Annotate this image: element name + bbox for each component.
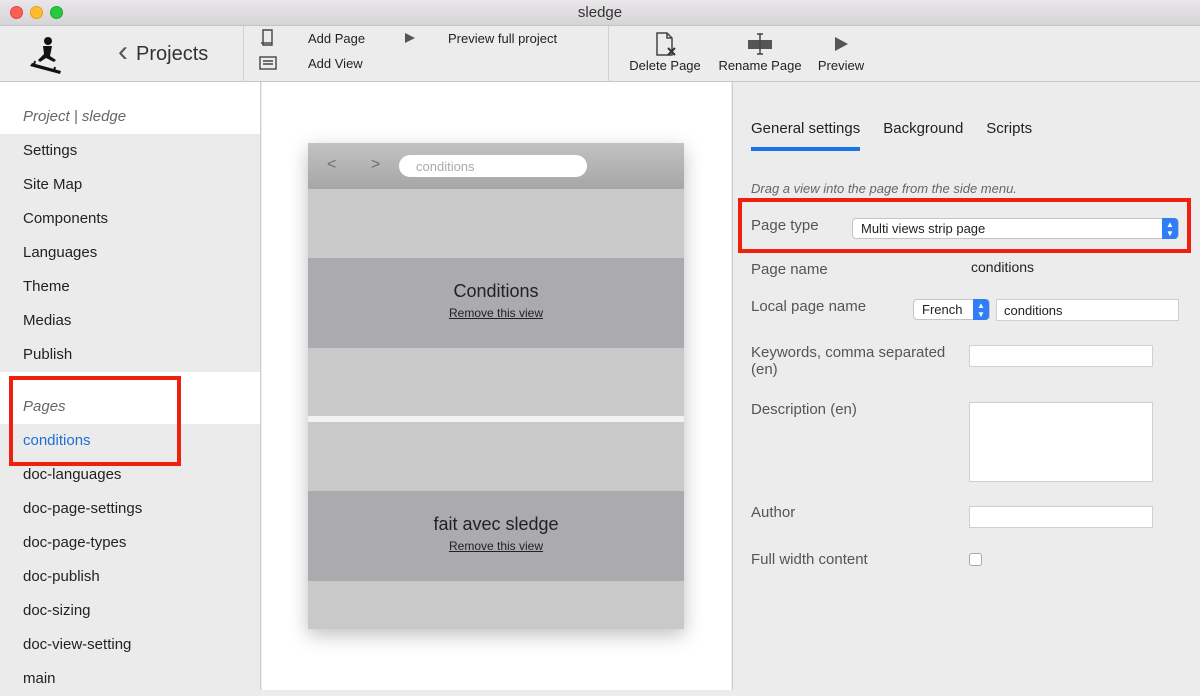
- add-view-button[interactable]: Add View: [258, 55, 363, 71]
- description-textarea[interactable]: [969, 402, 1153, 482]
- sidebar-item-settings[interactable]: Settings: [0, 134, 260, 168]
- view-icon: [258, 55, 278, 71]
- sidebar-page-doc-view-setting[interactable]: doc-view-setting: [0, 628, 260, 662]
- delete-page-label: Delete Page: [629, 58, 701, 73]
- keywords-label: Keywords, comma separated (en): [751, 344, 945, 378]
- toolbar-divider: [243, 26, 244, 82]
- sidebar-item-publish[interactable]: Publish: [0, 338, 260, 372]
- device-preview: < > conditions Conditions Remove this vi…: [308, 143, 684, 629]
- settings-tabs: General settings Background Scripts: [751, 120, 1032, 151]
- view-block[interactable]: fait avec sledge Remove this view: [308, 491, 684, 581]
- sidebar-page-main[interactable]: main: [0, 662, 260, 696]
- page-icon: [258, 29, 278, 46]
- project-section-header: Project | sledge: [0, 82, 260, 134]
- title-bar: sledge: [0, 0, 1200, 26]
- play-icon: [400, 30, 420, 46]
- keywords-label-line-2: (en): [751, 361, 778, 378]
- select-stepper-icon: ▲ ▼: [973, 299, 989, 320]
- device-browser-bar: < > conditions: [308, 143, 684, 189]
- back-to-projects-button[interactable]: ‹ Projects: [118, 35, 209, 70]
- strip-separator: [308, 416, 684, 422]
- chevron-left-icon: ‹: [118, 35, 128, 68]
- sidebar-item-components[interactable]: Components: [0, 202, 260, 236]
- sidebar-page-doc-sizing[interactable]: doc-sizing: [0, 594, 260, 628]
- window-title: sledge: [577, 4, 623, 21]
- remove-view-link[interactable]: Remove this view: [449, 539, 543, 553]
- sidebar-item-theme[interactable]: Theme: [0, 270, 260, 304]
- description-label: Description (en): [751, 401, 857, 418]
- add-page-label: Add Page: [308, 30, 366, 46]
- language-value: French: [922, 302, 963, 317]
- delete-page-button[interactable]: Delete Page: [617, 30, 713, 73]
- remove-view-link[interactable]: Remove this view: [449, 306, 543, 320]
- full-width-checkbox[interactable]: [969, 553, 982, 566]
- browser-forward-icon[interactable]: >: [371, 156, 380, 174]
- author-label: Author: [751, 504, 796, 521]
- local-page-name-label: Local page name: [751, 298, 867, 315]
- play-icon: [793, 30, 889, 58]
- tab-general-settings[interactable]: General settings: [751, 120, 861, 151]
- pages-highlight-box: [9, 376, 181, 466]
- preview-label: Preview: [817, 58, 865, 73]
- page-name-label: Page name: [751, 261, 828, 278]
- page-name-value: conditions: [971, 259, 1035, 275]
- toolbar-divider: [608, 26, 609, 82]
- browser-url-field[interactable]: conditions: [399, 155, 587, 177]
- sidebar-item-medias[interactable]: Medias: [0, 304, 260, 338]
- full-width-label: Full width content: [751, 551, 868, 568]
- author-input[interactable]: [969, 506, 1153, 528]
- sidebar-page-doc-publish[interactable]: doc-publish: [0, 560, 260, 594]
- keywords-input[interactable]: [969, 345, 1153, 367]
- view-title: Conditions: [453, 281, 539, 301]
- sledge-logo-icon: [30, 37, 61, 74]
- local-page-name-input[interactable]: conditions: [996, 299, 1179, 321]
- sidebar-item-site-map[interactable]: Site Map: [0, 168, 260, 202]
- keywords-label-line-1: Keywords, comma separated: [751, 344, 946, 361]
- add-page-button[interactable]: Add Page: [258, 29, 366, 46]
- back-to-projects-label: Projects: [136, 42, 209, 65]
- drag-hint: Drag a view into the page from the side …: [751, 181, 1017, 196]
- sidebar-item-languages[interactable]: Languages: [0, 236, 260, 270]
- page-type-highlight-box: [738, 198, 1191, 253]
- browser-back-icon[interactable]: <: [327, 156, 336, 174]
- page-canvas: < > conditions Conditions Remove this vi…: [262, 82, 731, 690]
- tab-scripts[interactable]: Scripts: [986, 120, 1032, 151]
- preview-full-project-label: Preview full project: [448, 30, 558, 46]
- view-title: fait avec sledge: [433, 514, 559, 534]
- preview-full-project-button[interactable]: Preview full project: [400, 30, 557, 46]
- add-view-label: Add View: [308, 55, 363, 71]
- view-block[interactable]: Conditions Remove this view: [308, 258, 684, 348]
- toolbar: ‹ Projects Add Page Add View Preview ful…: [0, 26, 1200, 82]
- language-select[interactable]: French ▲ ▼: [913, 299, 990, 320]
- tab-background[interactable]: Background: [883, 120, 963, 151]
- settings-panel: General settings Background Scripts Drag…: [732, 82, 1200, 690]
- sidebar-page-doc-page-settings[interactable]: doc-page-settings: [0, 492, 260, 526]
- sidebar: Project | sledge Settings Site Map Compo…: [0, 82, 261, 696]
- preview-button[interactable]: Preview: [793, 30, 889, 73]
- sidebar-page-doc-page-types[interactable]: doc-page-types: [0, 526, 260, 560]
- delete-page-icon: [617, 30, 713, 58]
